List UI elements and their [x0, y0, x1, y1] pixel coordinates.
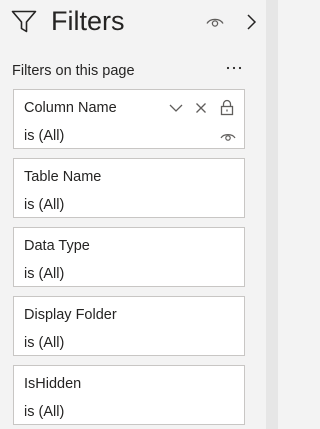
filter-card-name: Display Folder	[24, 307, 117, 323]
filter-card-name: IsHidden	[24, 376, 82, 392]
filter-funnel-icon	[11, 10, 37, 33]
filter-card-column-name[interactable]: Column Name is (All)	[13, 89, 245, 149]
pane-title: Filters	[51, 6, 125, 36]
filter-card-value: is (All)	[24, 404, 65, 420]
section-label-filters-on-this-page: Filters on this page	[12, 63, 135, 79]
more-ellipsis-icon[interactable]	[224, 60, 244, 76]
filter-card-data-type[interactable]: Data Type is (All)	[13, 227, 245, 287]
filter-card-ishidden[interactable]: IsHidden is (All)	[13, 365, 245, 425]
filter-card-value: is (All)	[24, 197, 65, 213]
chevron-down-icon[interactable]	[169, 103, 183, 113]
filter-card-value: is (All)	[24, 128, 65, 144]
filters-pane-header: Filters	[0, 0, 264, 46]
filter-card-name: Table Name	[24, 169, 102, 185]
clear-filter-icon[interactable]	[195, 102, 207, 114]
filter-card-table-name[interactable]: Table Name is (All)	[13, 158, 245, 218]
lock-icon[interactable]	[220, 99, 234, 116]
eye-icon[interactable]	[206, 15, 224, 29]
filter-card-name: Column Name	[24, 100, 117, 116]
filters-pane: Filters Filters on this page Column Name…	[0, 0, 264, 429]
filter-card-value: is (All)	[24, 266, 65, 282]
filter-card-name: Data Type	[24, 238, 90, 254]
collapse-pane-chevron-right-icon[interactable]	[244, 13, 258, 31]
pane-right-edge	[266, 0, 278, 429]
filter-card-value: is (All)	[24, 335, 65, 351]
eye-icon[interactable]	[220, 131, 236, 142]
filter-card-display-folder[interactable]: Display Folder is (All)	[13, 296, 245, 356]
